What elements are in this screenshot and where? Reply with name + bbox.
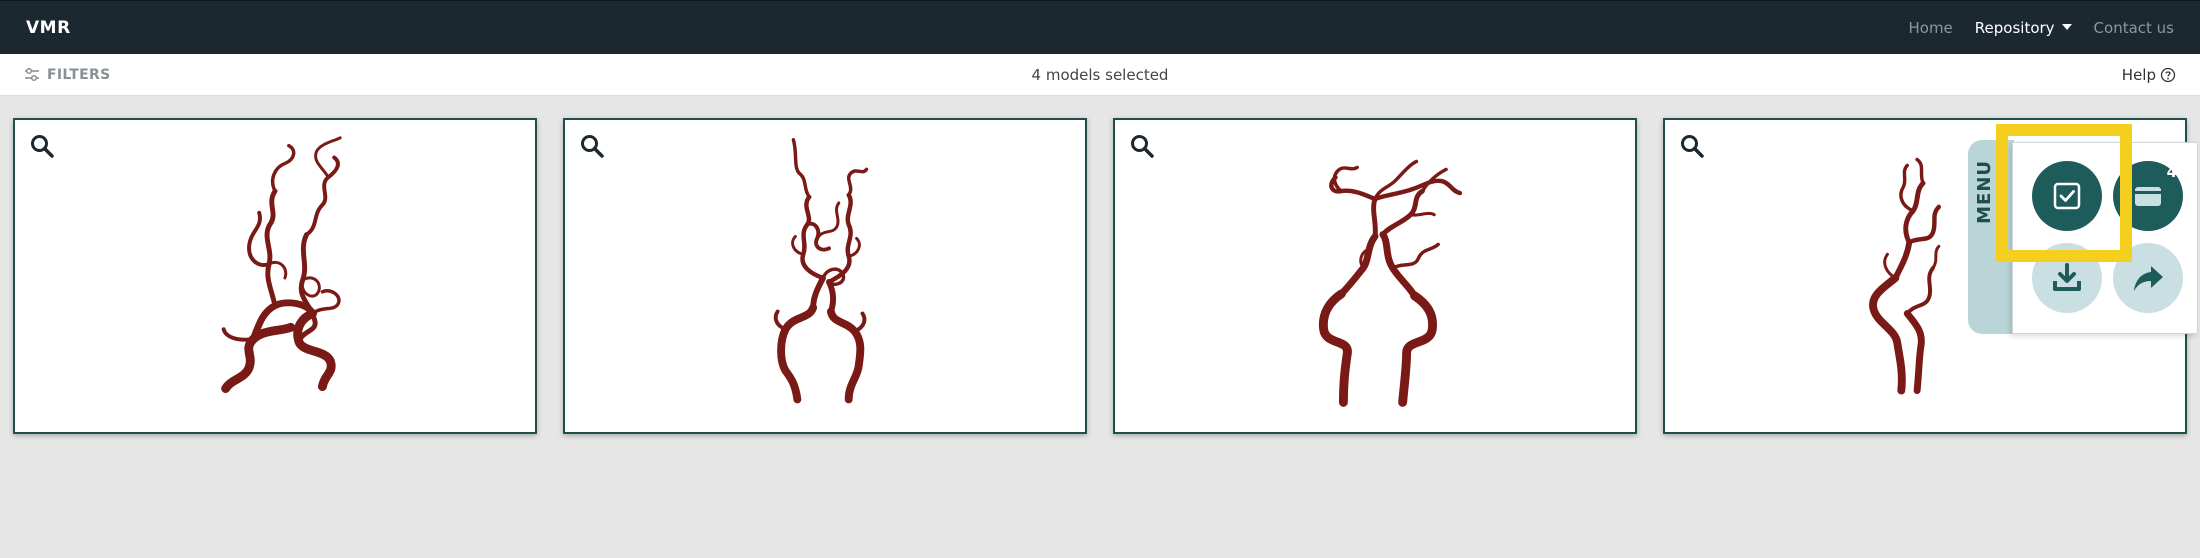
vessel-model-image: [221, 136, 342, 393]
vessel-model-image: [773, 138, 869, 404]
nav-contact[interactable]: Contact us: [2094, 19, 2174, 37]
brand-logo[interactable]: VMR: [26, 18, 71, 38]
share-button[interactable]: [2113, 243, 2183, 313]
nav-home[interactable]: Home: [1908, 19, 1952, 37]
select-all-button[interactable]: [2032, 161, 2102, 231]
question-circle-icon: [2160, 67, 2176, 82]
cart-button[interactable]: 4: [2113, 161, 2183, 231]
vessel-model-image: [1318, 159, 1463, 407]
share-icon: [2134, 266, 2163, 291]
filter-bar: FILTERS 4 models selected Help: [0, 54, 2200, 96]
filters-button[interactable]: FILTERS: [24, 67, 110, 83]
menu-tab-label: MENU: [1974, 160, 1995, 224]
model-card[interactable]: [1113, 118, 1637, 434]
help-label: Help: [2121, 65, 2156, 84]
download-button[interactable]: [2032, 243, 2102, 313]
menu-tab[interactable]: MENU: [1968, 140, 2014, 334]
selection-count: 4 models selected: [1031, 65, 1169, 84]
menu-panel: 4: [2012, 142, 2198, 334]
sliders-icon: [25, 67, 39, 81]
cart-icon: [2135, 187, 2161, 206]
nav-repository-dropdown[interactable]: Repository: [1975, 19, 2072, 37]
model-card[interactable]: [563, 118, 1087, 434]
download-icon: [2053, 263, 2081, 291]
checkbox-checked-icon: [2053, 182, 2081, 210]
caret-down-icon: [2061, 23, 2072, 30]
help-button[interactable]: Help: [2122, 66, 2176, 84]
model-card[interactable]: [13, 118, 537, 434]
cart-count-badge: 4: [2166, 163, 2177, 181]
filters-label: FILTERS: [47, 66, 111, 83]
nav-repository-label: Repository: [1974, 18, 2055, 37]
top-navbar: VMR Home Repository Contact us: [0, 0, 2200, 54]
nav-links: Home Repository Contact us: [1908, 19, 2174, 37]
